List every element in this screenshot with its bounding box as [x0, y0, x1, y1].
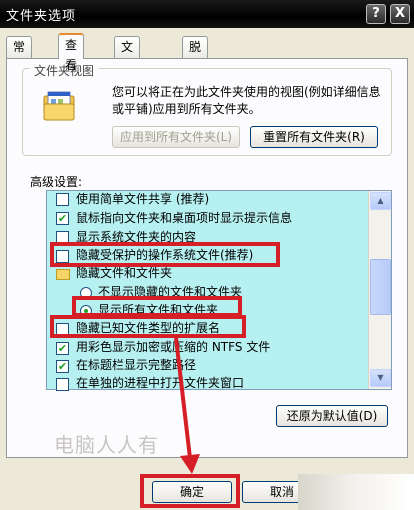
- reset-all-folders-button[interactable]: 重置所有文件夹(R): [250, 126, 378, 148]
- highlight-ok-button: [140, 474, 240, 508]
- scroll-down-arrow-icon[interactable]: ▼: [370, 369, 391, 387]
- highlight-protected-files: [50, 242, 280, 267]
- list-item-label: 使用简单文件共享 (推荐): [76, 192, 210, 206]
- help-button[interactable]: ?: [366, 4, 386, 24]
- restore-defaults-button[interactable]: 还原为默认值(D): [276, 405, 388, 427]
- apply-to-all-folders-button[interactable]: 应用到所有文件夹(L): [112, 126, 240, 148]
- highlight-hide-extensions: [50, 315, 246, 338]
- checkbox[interactable]: [56, 193, 69, 206]
- folder-views-label: 文件夹视图: [30, 62, 99, 79]
- window-title: 文件夹选项: [6, 9, 77, 24]
- tab-offline-files[interactable]: 脱机文件: [182, 36, 209, 114]
- list-item-label: 在标题栏显示完整路径: [76, 358, 197, 372]
- scroll-up-arrow-icon[interactable]: ▲: [370, 192, 391, 210]
- folder-window-icon: [43, 91, 75, 121]
- list-item-label: 鼠标指向文件夹和桌面项时显示提示信息: [76, 211, 293, 225]
- watermark-text: 电脑人人有: [54, 433, 159, 457]
- list-item-label: 用彩色显示加密或压缩的 NTFS 文件: [76, 340, 271, 354]
- checkbox-checked[interactable]: ✔: [56, 212, 69, 225]
- advanced-settings-label: 高级设置:: [30, 175, 83, 189]
- list-item-label: 隐藏文件和文件夹: [76, 266, 173, 280]
- checkbox-checked[interactable]: ✔: [56, 342, 69, 355]
- scroll-thumb[interactable]: [370, 259, 391, 315]
- tab-general[interactable]: 常规: [6, 36, 33, 74]
- list-item-label: 在单独的进程中打开文件夹窗口: [76, 376, 245, 390]
- folder-icon: [56, 269, 70, 280]
- checkbox-checked[interactable]: ✔: [56, 360, 69, 373]
- close-button[interactable]: X: [390, 4, 410, 24]
- blur-overlay: [298, 474, 414, 510]
- tab-file-types[interactable]: 文件类型: [114, 36, 141, 114]
- title-bar: 文件夹选项 ? X: [0, 0, 414, 28]
- tab-view[interactable]: 查看: [58, 33, 85, 72]
- folder-views-description: 您可以将正在为此文件夹使用的视图(例如详细信息或平铺)应用到所有文件夹。: [112, 85, 381, 116]
- highlight-show-all-files: [72, 296, 242, 317]
- list-scrollbar[interactable]: ▲ ▼: [368, 191, 391, 389]
- checkbox[interactable]: [56, 378, 69, 391]
